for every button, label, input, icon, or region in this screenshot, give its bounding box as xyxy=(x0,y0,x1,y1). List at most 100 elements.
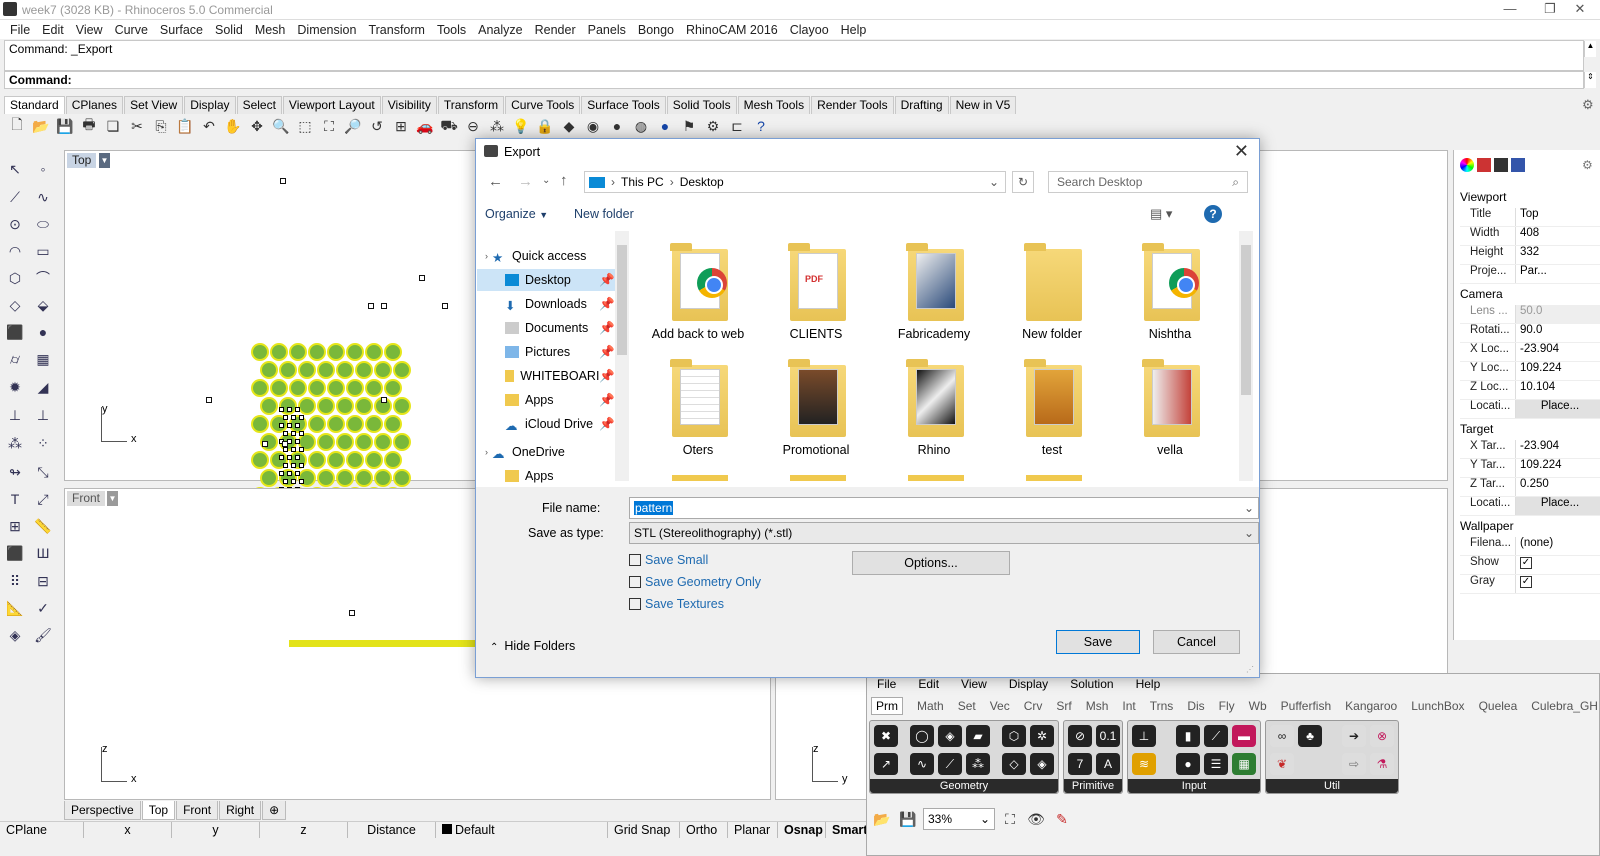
viewport-label-top[interactable]: Top xyxy=(67,153,97,168)
up-arrow-icon[interactable]: ↑ xyxy=(560,172,568,189)
pan-hand-icon[interactable]: ✋ xyxy=(222,115,244,137)
save-small-option[interactable]: Save Small xyxy=(629,553,708,567)
gh-matrix-icon[interactable]: ▦ xyxy=(1232,753,1256,775)
status-osnap[interactable]: Osnap xyxy=(778,822,826,838)
gh-arrow-outline-icon[interactable]: ⇨ xyxy=(1342,753,1366,775)
save-geometry-only-checkbox[interactable] xyxy=(629,576,641,588)
file-name-input[interactable]: pattern ⌄ xyxy=(629,497,1259,519)
gh-integer-icon[interactable]: 7 xyxy=(1068,753,1092,775)
gh-list-icon[interactable]: ☰ xyxy=(1204,753,1228,775)
gh-tab-crv[interactable]: Crv xyxy=(1024,699,1043,713)
gh-toggle-icon[interactable]: ▮ xyxy=(1176,725,1200,747)
nav-item[interactable]: Documents 📌 xyxy=(477,317,619,339)
file-item[interactable]: Oters xyxy=(642,359,754,471)
group-icon[interactable]: ⁂ xyxy=(2,431,28,455)
paint-icon[interactable]: 🖌 xyxy=(30,623,56,647)
gh-tab-srf[interactable]: Srf xyxy=(1056,699,1071,713)
select-arrow-icon[interactable]: ↖ xyxy=(2,157,28,181)
tab-select[interactable]: Select xyxy=(236,96,282,114)
extrude-icon[interactable]: ⬙ xyxy=(30,293,56,317)
lock-icon[interactable]: 🔒 xyxy=(534,115,556,137)
surface-icon[interactable]: ◇ xyxy=(2,293,28,317)
zoom-icon[interactable]: 🔍 xyxy=(270,115,292,137)
select-points-icon[interactable]: ⁂ xyxy=(486,115,508,137)
back-arrow-icon[interactable]: ← xyxy=(488,173,503,190)
show-checkbox[interactable]: ✓ xyxy=(1520,557,1532,569)
gh-tab-culebra[interactable]: Culebra_GH xyxy=(1531,699,1598,713)
add-viewport-tab-icon[interactable]: ⊕ xyxy=(262,801,287,820)
file-item[interactable]: PDF CLIENTS xyxy=(760,243,872,355)
file-item[interactable]: Rhino xyxy=(878,359,990,471)
gh-button-icon[interactable]: ● xyxy=(1176,753,1200,775)
tab-standard[interactable]: Standard xyxy=(4,96,65,114)
curve-icon[interactable]: ∿ xyxy=(30,185,56,209)
gh-gradient-icon[interactable]: ▬ xyxy=(1232,725,1256,747)
menu-help[interactable]: Help xyxy=(841,23,867,37)
gh-mesh-icon[interactable]: ✲ xyxy=(1030,725,1054,747)
files-scrollbar[interactable] xyxy=(1239,231,1253,481)
control-point[interactable] xyxy=(419,275,425,281)
close-button[interactable]: ✕ xyxy=(1560,0,1600,20)
file-item[interactable]: vella xyxy=(1114,359,1226,471)
nav-item[interactable]: Desktop 📌 xyxy=(477,269,619,291)
open-file-icon[interactable]: 📂 xyxy=(30,115,52,137)
save-type-select[interactable]: STL (Stereolithography) (*.stl) ⌄ xyxy=(629,522,1259,544)
viewport-top-dropdown-icon[interactable]: ▼ xyxy=(99,153,110,168)
tab-set-view[interactable]: Set View xyxy=(124,96,184,114)
tab-transform[interactable]: Transform xyxy=(437,96,505,114)
render-sphere-icon[interactable]: ◍ xyxy=(630,115,652,137)
menu-render[interactable]: Render xyxy=(535,23,576,37)
rotate-view-icon[interactable]: ✥ xyxy=(246,115,268,137)
tab-new-in-v5[interactable]: New in V5 xyxy=(949,96,1017,114)
paste-icon[interactable]: 📋 xyxy=(174,115,196,137)
gh-tab-kangaroo[interactable]: Kangaroo xyxy=(1345,699,1397,713)
render-block-icon[interactable]: ◈ xyxy=(2,623,28,647)
tab-visibility[interactable]: Visibility xyxy=(381,96,437,114)
viewport-front-dropdown-icon[interactable]: ▼ xyxy=(107,491,118,506)
gh-number-icon[interactable]: 0.1 xyxy=(1096,725,1120,747)
nav-item[interactable]: › ★ Quick access xyxy=(477,245,619,267)
box-icon[interactable]: ⬛ xyxy=(2,320,28,344)
four-viewports-icon[interactable]: ⊞ xyxy=(390,115,412,137)
polygon-icon[interactable]: ⬡ xyxy=(2,266,28,290)
help-tab-icon[interactable] xyxy=(1511,158,1525,172)
minimize-button[interactable]: — xyxy=(1490,0,1530,20)
gh-tab-quelea[interactable]: Quelea xyxy=(1479,699,1518,713)
polyline-icon[interactable]: ⟋ xyxy=(2,185,28,209)
display-tab-icon[interactable] xyxy=(1494,158,1508,172)
menu-curve[interactable]: Curve xyxy=(115,23,148,37)
blue-sphere-icon[interactable]: ● xyxy=(654,115,676,137)
rectangle-icon[interactable]: ▭ xyxy=(30,239,56,263)
block-icon[interactable]: ⬛ xyxy=(2,541,28,565)
search-input[interactable]: Search Desktop ⌕ xyxy=(1048,171,1248,193)
tab-mesh-tools[interactable]: Mesh Tools xyxy=(737,96,811,114)
gh-open-icon[interactable]: 📂 xyxy=(871,808,893,830)
vptab-perspective[interactable]: Perspective xyxy=(64,801,141,820)
vehicle-icon[interactable]: ⛟ xyxy=(438,115,460,137)
menu-transform[interactable]: Transform xyxy=(368,23,425,37)
save-file-icon[interactable]: 💾 xyxy=(54,115,76,137)
control-point[interactable] xyxy=(442,303,448,309)
save-button[interactable]: Save xyxy=(1056,630,1140,654)
flag-icon[interactable]: ⚑ xyxy=(678,115,700,137)
dimension-icon[interactable]: ⊏ xyxy=(726,115,748,137)
gh-tab-math[interactable]: Math xyxy=(917,699,944,713)
gh-menu-view[interactable]: View xyxy=(961,677,987,691)
gh-sketch-icon[interactable]: ✎ xyxy=(1051,808,1073,830)
gh-cherries-icon[interactable]: ❦ xyxy=(1270,753,1294,775)
file-item[interactable]: New folder xyxy=(996,243,1108,355)
control-point[interactable] xyxy=(349,610,355,616)
gh-curve-icon[interactable]: ∿ xyxy=(910,753,934,775)
address-bar[interactable]: › This PC › Desktop ⌄ xyxy=(584,171,1006,193)
options-gear-icon[interactable]: ⚙ xyxy=(702,115,724,137)
check-icon[interactable]: ✓ xyxy=(30,596,56,620)
gh-tab-vec[interactable]: Vec xyxy=(990,699,1010,713)
gh-menu-solution[interactable]: Solution xyxy=(1070,677,1113,691)
viewport-label-front[interactable]: Front xyxy=(67,491,106,506)
tab-display[interactable]: Display xyxy=(184,96,236,114)
mesh-plane-icon[interactable]: ▦ xyxy=(30,347,56,371)
menu-panels[interactable]: Panels xyxy=(588,23,626,37)
nav-item[interactable]: Apps 📌 xyxy=(477,389,619,411)
menu-bongo[interactable]: Bongo xyxy=(638,23,674,37)
vptab-top[interactable]: Top xyxy=(141,801,176,820)
